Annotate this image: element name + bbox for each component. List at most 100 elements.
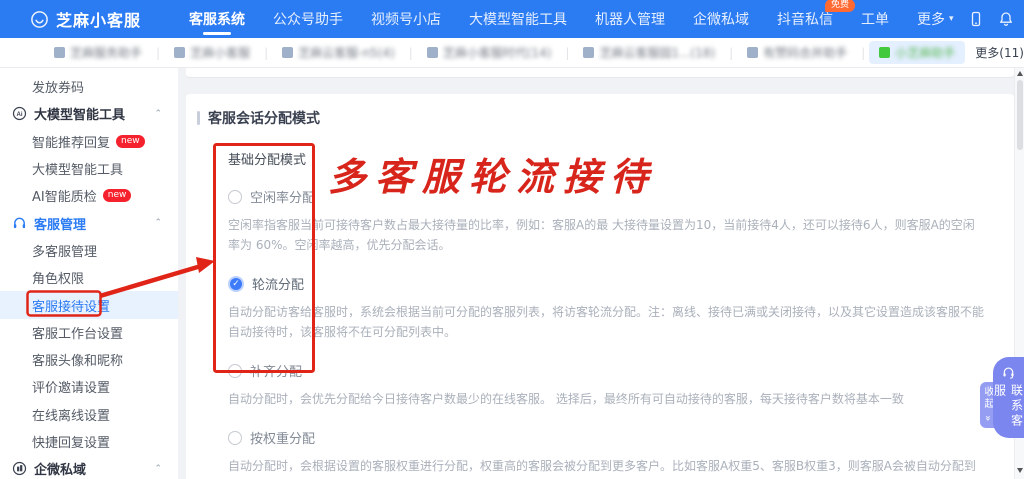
sidebar-item-label: 大模型智能工具 bbox=[32, 159, 123, 178]
contact-service-label: 联系客服 bbox=[992, 384, 1024, 438]
assign-option-label: 轮流分配 bbox=[252, 274, 304, 293]
smile-logo-icon bbox=[30, 10, 49, 29]
sidebar-item-企微私域[interactable]: 企微私域 ⌃ bbox=[0, 455, 178, 479]
account-tab-label: 芝麻小客服时代(14) bbox=[443, 44, 552, 61]
contact-service-button[interactable]: 联系客服 bbox=[993, 357, 1024, 438]
sidebar-item-快捷回复设置[interactable]: 快捷回复设置 bbox=[0, 428, 178, 455]
sidebar-item-label: 企微私域 bbox=[34, 459, 86, 478]
nav-item-label: 客服系统 bbox=[189, 9, 245, 29]
account-tab-label: 芝麻服务助手 bbox=[70, 44, 142, 61]
mobile-icon[interactable] bbox=[968, 11, 984, 27]
sidebar-item-label: 客服管理 bbox=[34, 214, 86, 233]
sidebar-item-label: 多客服管理 bbox=[32, 241, 97, 260]
account-tab[interactable]: 芝麻云客服-n5(4) bbox=[272, 41, 405, 64]
building-icon bbox=[12, 461, 27, 476]
nav-item-抖音私信[interactable]: 抖音私信免费 bbox=[763, 0, 847, 38]
nav-item-大模型智能工具[interactable]: 大模型智能工具 bbox=[455, 0, 581, 38]
previous-card-edge bbox=[186, 68, 1014, 78]
sidebar-menu: 发放券码Ai大模型智能工具⌃智能推荐回复new大模型智能工具AI智能质检new客… bbox=[0, 68, 178, 479]
account-tab-label: 有赞码合并助手 bbox=[763, 44, 847, 61]
account-tab-icon bbox=[879, 47, 890, 58]
account-tab[interactable]: 芝麻小客服时代(14) bbox=[417, 41, 562, 64]
nav-item-label: 抖音私信 bbox=[777, 9, 833, 29]
title-bar-mark bbox=[197, 111, 200, 125]
account-tab-icon bbox=[54, 47, 65, 58]
main-nav: 客服系统 公众号助手视频号小店大模型智能工具机器人管理 企微私域抖音私信免费工单更多… bbox=[175, 0, 968, 38]
account-tab-label: 小芝麻助手 bbox=[895, 44, 955, 61]
app-logo: 芝麻小客服 bbox=[30, 7, 141, 31]
account-tab-label: 芝麻云客服园1...(18) bbox=[599, 44, 715, 61]
radio-unchecked-icon[interactable] bbox=[228, 190, 242, 204]
sidebar-item-客服管理[interactable]: 客服管理⌃ bbox=[0, 209, 178, 236]
tabs-more-dropdown[interactable]: 更多(11) ∨ bbox=[975, 44, 1024, 61]
nav-item-label: 公众号助手 bbox=[273, 9, 343, 29]
account-tab[interactable]: 小芝麻助手 bbox=[869, 41, 965, 64]
account-tab[interactable]: 芝麻云客服园1...(18) bbox=[573, 41, 725, 64]
assign-option-补齐分配[interactable]: 补齐分配 bbox=[228, 361, 990, 380]
sidebar-item-label: 客服接待设置 bbox=[32, 296, 110, 315]
nav-item-机器人管理[interactable]: 机器人管理 bbox=[581, 0, 679, 38]
bell-icon[interactable] bbox=[998, 11, 1014, 27]
account-tab-label: 芝麻小客服 bbox=[190, 44, 250, 61]
account-tab-icon bbox=[427, 47, 438, 58]
chevron-up-icon: ⌃ bbox=[154, 464, 162, 474]
account-tab-icon bbox=[282, 47, 293, 58]
nav-item-label: 机器人管理 bbox=[595, 9, 665, 29]
nav-item-公众号助手[interactable]: 公众号助手 bbox=[259, 0, 357, 38]
sidebar-item-客服接待设置[interactable]: 客服接待设置 bbox=[0, 291, 178, 318]
chevron-up-icon: ⌃ bbox=[154, 109, 162, 119]
account-tab-icon bbox=[747, 47, 758, 58]
assign-option-空闲率分配[interactable]: 空闲率分配 bbox=[228, 187, 990, 206]
nav-item-更多[interactable]: 更多▾ bbox=[903, 0, 968, 38]
radio-unchecked-icon[interactable] bbox=[228, 364, 242, 378]
assign-option-轮流分配[interactable]: ✓ 轮流分配 bbox=[228, 274, 990, 293]
ai-circle-icon: Ai bbox=[12, 106, 27, 121]
sidebar-item-多客服管理[interactable]: 多客服管理 bbox=[0, 237, 178, 264]
nav-item-客服系统[interactable]: 客服系统 bbox=[175, 0, 259, 38]
svg-text:Ai: Ai bbox=[16, 112, 22, 119]
account-tab[interactable]: 芝麻服务助手 bbox=[44, 41, 152, 64]
account-tab-label: 芝麻云客服-n5(4) bbox=[298, 44, 395, 61]
nav-item-label: 更多 bbox=[917, 9, 945, 29]
sidebar-item-客服头像和昵称[interactable]: 客服头像和昵称 bbox=[0, 346, 178, 373]
sidebar-item-label: AI智能质检 bbox=[32, 186, 97, 205]
sidebar-item-角色权限[interactable]: 角色权限 bbox=[0, 264, 178, 291]
sidebar-item-label: 在线离线设置 bbox=[32, 405, 110, 424]
sidebar-item-大模型智能工具[interactable]: 大模型智能工具 bbox=[0, 155, 178, 182]
sidebar-item-label: 快捷回复设置 bbox=[32, 432, 110, 451]
sidebar-item-label: 客服头像和昵称 bbox=[32, 350, 123, 369]
radio-checked-icon[interactable]: ✓ bbox=[228, 276, 244, 292]
account-tab[interactable]: 芝麻小客服 bbox=[164, 41, 260, 64]
nav-item-label: 企微私域 bbox=[693, 9, 749, 29]
basic-assign-mode-label: 基础分配模式 bbox=[228, 149, 990, 168]
assign-option-label: 空闲率分配 bbox=[250, 187, 315, 206]
scroll-up-icon[interactable] bbox=[1017, 71, 1023, 76]
sidebar-item-label: 发放券码 bbox=[32, 77, 84, 96]
sidebar-item-在线离线设置[interactable]: 在线离线设置 bbox=[0, 401, 178, 428]
sidebar-item-客服工作台设置[interactable]: 客服工作台设置 bbox=[0, 319, 178, 346]
tab-separator: | bbox=[729, 46, 733, 60]
sidebar-item-评价邀请设置[interactable]: 评价邀请设置 bbox=[0, 373, 178, 400]
account-tab[interactable]: 有赞码合并助手 bbox=[737, 41, 857, 64]
tab-separator: | bbox=[156, 46, 160, 60]
sidebar-item-AI智能质检[interactable]: AI智能质检new bbox=[0, 182, 178, 209]
sidebar-item-智能推荐回复[interactable]: 智能推荐回复 new bbox=[0, 128, 178, 155]
scroll-down-icon[interactable] bbox=[1017, 468, 1023, 473]
scrollbar-thumb[interactable] bbox=[1017, 80, 1023, 150]
account-tab-icon bbox=[174, 47, 185, 58]
sidebar-item-label: 智能推荐回复 bbox=[32, 132, 110, 151]
sidebar-item-大模型智能工具[interactable]: Ai 大模型智能工具 ⌃ bbox=[0, 100, 178, 127]
sidebar-item-发放券码[interactable]: 发放券码 bbox=[0, 73, 178, 100]
assign-option-desc: 自动分配访客给客服时，系统会根据当前可分配的客服列表，将访客轮流分配。注：离线、… bbox=[228, 302, 990, 342]
nav-item-工单[interactable]: 工单 bbox=[847, 0, 903, 38]
nav-item-视频号小店[interactable]: 视频号小店 bbox=[357, 0, 455, 38]
assign-option-label: 补齐分配 bbox=[250, 361, 302, 380]
radio-unchecked-icon[interactable] bbox=[228, 431, 242, 445]
sidebar-item-label: 大模型智能工具 bbox=[34, 104, 125, 123]
assign-option-按权重分配[interactable]: 按权重分配 bbox=[228, 428, 990, 447]
assign-option-desc: 空闲率指客服当前可接待客户数占最大接待量的比率，例如：客服A的最 大接待量设置为… bbox=[228, 215, 990, 255]
sidebar-item-label: 评价邀请设置 bbox=[32, 377, 110, 396]
nav-item-企微私域[interactable]: 企微私域 bbox=[679, 0, 763, 38]
new-badge: new bbox=[116, 135, 145, 148]
app-title: 芝麻小客服 bbox=[56, 7, 141, 31]
